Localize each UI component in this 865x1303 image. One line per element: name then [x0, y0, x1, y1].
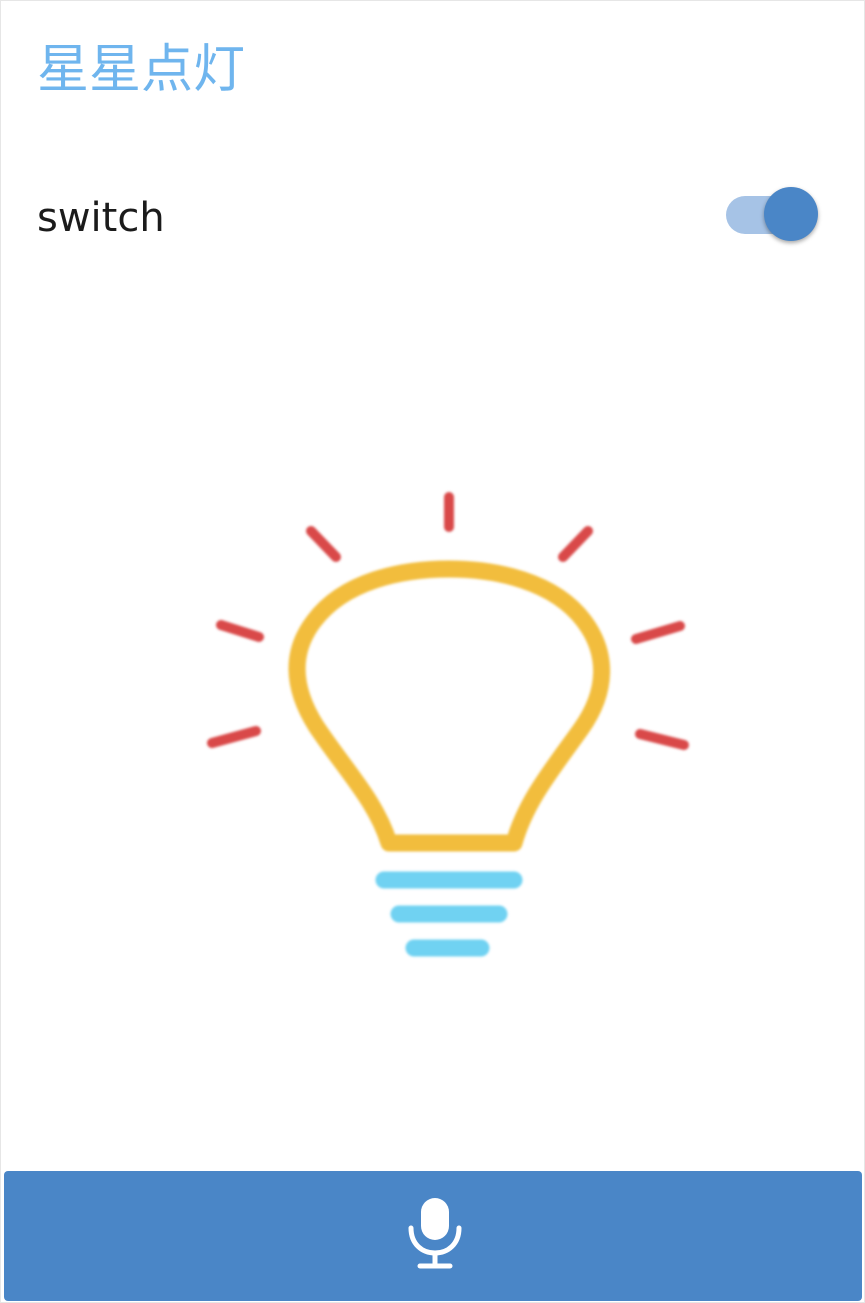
voice-input-button[interactable] — [4, 1171, 862, 1301]
switch-row: switch — [37, 186, 820, 246]
bulb-outline — [288, 560, 611, 852]
page-title: 星星点灯 — [37, 40, 246, 100]
switch-label: switch — [37, 195, 165, 241]
toggle-knob — [764, 187, 818, 241]
bulb-base — [375, 871, 523, 957]
app-page: 星星点灯 switch — [0, 0, 865, 1303]
microphone-icon — [408, 1198, 462, 1269]
lightbulb-icon — [196, 481, 706, 971]
light-rays — [207, 492, 689, 750]
light-toggle[interactable] — [724, 186, 820, 244]
